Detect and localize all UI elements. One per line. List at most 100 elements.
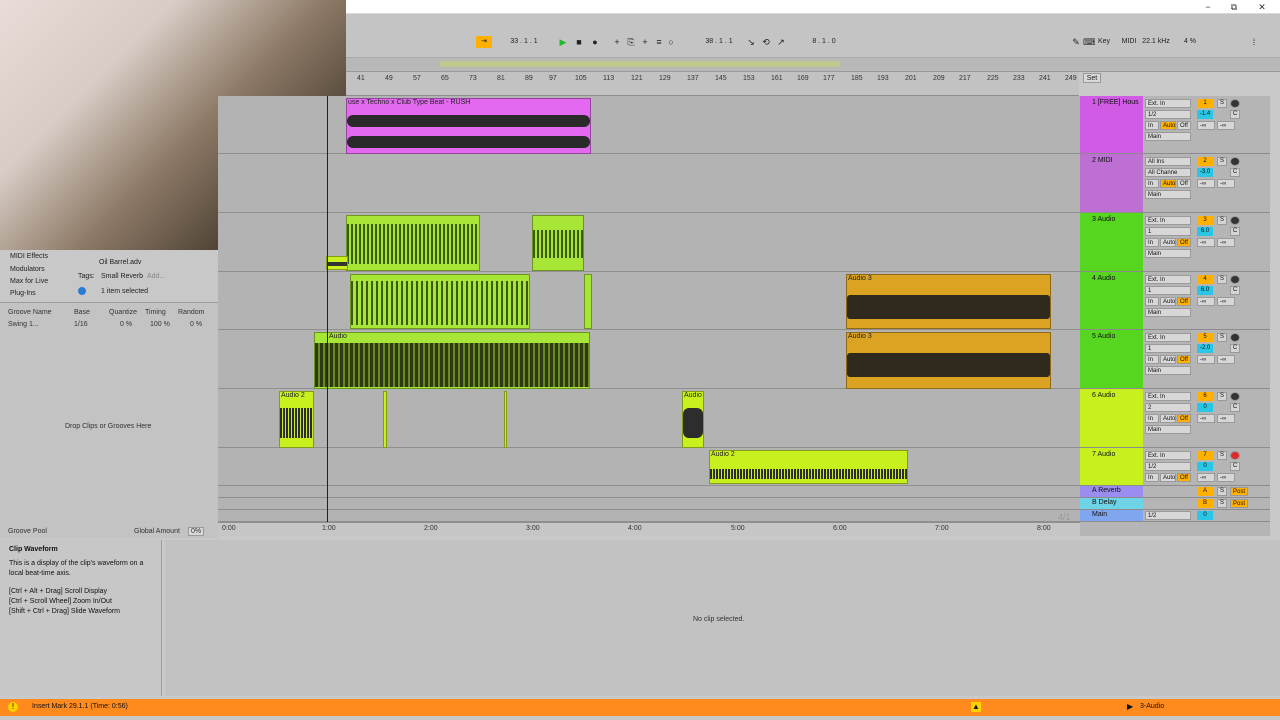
monitor-off[interactable]: Off <box>1177 179 1191 188</box>
overdub-icon[interactable]: + <box>611 36 623 48</box>
send-a[interactable]: -∞ <box>1197 355 1215 364</box>
pan-center[interactable]: C <box>1230 462 1240 471</box>
send-b[interactable]: -∞ <box>1217 473 1235 482</box>
clip-track-5[interactable]: Audio <box>314 332 590 389</box>
monitor-off[interactable]: Off <box>1177 297 1191 306</box>
clip-track-7-audio2[interactable]: Audio 2 <box>709 450 908 484</box>
track-activator[interactable]: 2 <box>1197 157 1213 166</box>
return-activator[interactable]: B <box>1197 499 1213 508</box>
clip-track-4-audio3[interactable]: Audio 3 <box>846 274 1051 329</box>
clip-track-5-audio3[interactable]: Audio 3 <box>846 332 1051 389</box>
browser-item-plug-ins[interactable]: Plug-Ins <box>10 290 36 297</box>
groove-quantize[interactable]: 0 % <box>120 321 132 328</box>
monitor-in[interactable]: In <box>1145 414 1159 423</box>
clip-detail-view[interactable]: No clip selected. <box>165 540 1280 696</box>
solo-button[interactable]: S <box>1217 216 1227 225</box>
arrangement-position[interactable]: 33 . 1 . 1 <box>498 36 550 48</box>
send-b[interactable]: -∞ <box>1217 297 1235 306</box>
return-header-a[interactable]: A Reverb A S Post <box>1080 486 1270 498</box>
solo-button[interactable]: S <box>1217 157 1227 166</box>
input-channel[interactable]: 1 <box>1145 286 1191 295</box>
monitor-auto[interactable]: Auto <box>1160 121 1176 130</box>
punch-in-icon[interactable]: ↘ <box>745 36 757 48</box>
stop-icon[interactable]: ■ <box>573 36 585 48</box>
alert-icon[interactable]: ▲ <box>971 702 981 712</box>
pan-center[interactable]: C <box>1230 344 1240 353</box>
input-channel[interactable]: 1 <box>1145 344 1191 353</box>
send-a[interactable]: -∞ <box>1197 238 1215 247</box>
track-activator[interactable]: 5 <box>1197 333 1213 342</box>
track-name[interactable]: B Delay <box>1080 498 1143 509</box>
volume-value[interactable]: -1.4 <box>1197 110 1213 119</box>
clip-track-4-small[interactable] <box>584 274 592 329</box>
close-icon[interactable]: ✕ <box>1256 2 1268 12</box>
arm-button[interactable] <box>1230 333 1240 342</box>
output-routing[interactable]: Main <box>1145 366 1191 375</box>
clip-track-6-small[interactable] <box>504 391 507 448</box>
monitor-off[interactable]: Off <box>1177 238 1191 247</box>
lane-track-2[interactable] <box>218 154 1080 213</box>
main-channel[interactable]: 1/2 <box>1145 511 1191 520</box>
arm-button[interactable] <box>1230 157 1240 166</box>
arm-button[interactable] <box>1230 99 1240 108</box>
output-routing[interactable]: Main <box>1145 425 1191 434</box>
automation-arm-icon[interactable]: ⎘ <box>625 36 637 48</box>
play-icon[interactable]: ▶ <box>557 36 569 48</box>
beat-time-ruler[interactable]: 41 49 57 65 73 81 89 97 105 113 121 129 … <box>346 72 1079 96</box>
monitor-auto[interactable]: Auto <box>1160 414 1176 423</box>
volume-value[interactable]: 0 <box>1197 403 1213 412</box>
input-type[interactable]: All Ins <box>1145 157 1191 166</box>
output-routing[interactable]: Main <box>1145 308 1191 317</box>
solo-button[interactable]: S <box>1217 275 1227 284</box>
draw-mode-icon[interactable]: ✎ <box>1070 36 1082 48</box>
post-button[interactable]: Post <box>1230 487 1248 496</box>
track-name[interactable]: 6 Audio <box>1080 389 1143 447</box>
input-type[interactable]: Ext. In <box>1145 333 1191 342</box>
post-button[interactable]: Post <box>1230 499 1248 508</box>
track-header-2[interactable]: 2 MIDI All Ins All Channe In Auto Off Ma… <box>1080 154 1270 213</box>
volume-value[interactable]: -2.0 <box>1197 344 1213 353</box>
monitor-auto[interactable]: Auto <box>1160 238 1176 247</box>
track-header-1[interactable]: 1 [FREE] Hous Ext. In 1/2 In Auto Off Ma… <box>1080 96 1270 154</box>
pan-center[interactable]: C <box>1230 286 1240 295</box>
clip-track-1[interactable]: use x Techno x Club Type Beat - RUSH <box>346 98 591 154</box>
midi-map-button[interactable]: MIDI <box>1119 36 1139 48</box>
track-header-7[interactable]: 7 Audio Ext. In 1/2 In Auto Off 7 0 S C … <box>1080 448 1270 486</box>
lane-return-a[interactable] <box>218 486 1080 498</box>
clip-track-3[interactable] <box>532 215 584 271</box>
lane-track-6[interactable] <box>218 389 1080 448</box>
solo-button[interactable]: S <box>1217 487 1227 496</box>
input-type[interactable]: Ext. In <box>1145 275 1191 284</box>
pan-center[interactable]: C <box>1230 227 1240 236</box>
send-b[interactable]: -∞ <box>1217 179 1235 188</box>
pan-center[interactable]: C <box>1230 403 1240 412</box>
lane-main[interactable] <box>218 510 1080 522</box>
main-volume[interactable]: 0 <box>1197 511 1213 520</box>
clip-track-4[interactable] <box>350 274 530 329</box>
monitor-in[interactable]: In <box>1145 355 1159 364</box>
solo-button[interactable]: S <box>1217 392 1227 401</box>
track-activator[interactable]: 3 <box>1197 216 1213 225</box>
arm-button[interactable] <box>1230 392 1240 401</box>
tag-chip[interactable]: Small Reverb <box>101 273 143 280</box>
arm-button-active[interactable] <box>1230 451 1240 460</box>
monitor-auto[interactable]: Auto <box>1160 473 1176 482</box>
lane-track-7[interactable] <box>218 448 1080 486</box>
input-channel[interactable]: 1/2 <box>1145 462 1191 471</box>
monitor-off[interactable]: Off <box>1177 414 1191 423</box>
solo-button[interactable]: S <box>1217 99 1227 108</box>
send-b[interactable]: -∞ <box>1217 414 1235 423</box>
clip-track-6-small[interactable] <box>383 391 387 448</box>
volume-value[interactable]: 0 <box>1197 462 1213 471</box>
minimize-icon[interactable]: − <box>1202 2 1214 12</box>
pan-center[interactable]: C <box>1230 168 1240 177</box>
monitor-auto[interactable]: Auto <box>1160 297 1176 306</box>
re-enable-automation-icon[interactable]: + <box>639 36 651 48</box>
monitor-auto[interactable]: Auto <box>1160 355 1176 364</box>
track-name[interactable]: A Reverb <box>1080 486 1143 497</box>
input-type[interactable]: Ext. In <box>1145 392 1191 401</box>
groove-random[interactable]: 0 % <box>190 321 202 328</box>
output-routing[interactable]: Main <box>1145 132 1191 141</box>
return-activator[interactable]: A <box>1197 487 1213 496</box>
volume-value[interactable]: 6.0 <box>1197 286 1213 295</box>
